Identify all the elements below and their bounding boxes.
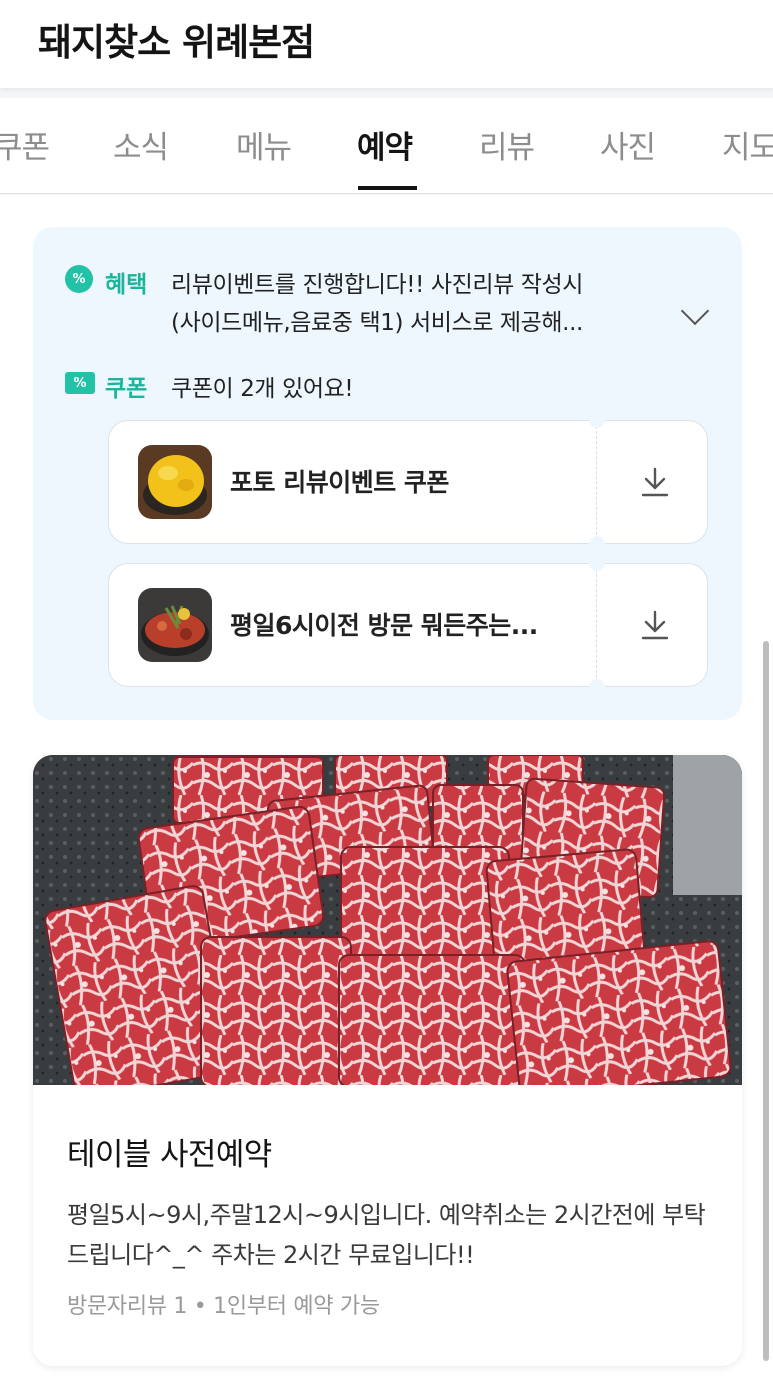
benefit-label: 혜택: [105, 272, 148, 298]
app-header: 돼지찾소 위례본점: [0, 0, 773, 88]
benefit-text-line2[interactable]: (사이드메뉴,음료중 택1) 서비스로 제공해...: [171, 303, 583, 337]
coupon-card[interactable]: 포토 리뷰이벤트 쿠폰: [108, 412, 709, 552]
tab-coupon[interactable]: 쿠폰: [0, 122, 50, 167]
active-tab-indicator: [358, 186, 417, 190]
chevron-down-icon[interactable]: [680, 296, 710, 326]
coupon-title: 평일6시이전 방문 뭐든주는...: [230, 611, 538, 640]
main-content: % 혜택 리뷰이벤트를 진행합니다!! 사진리뷰 작성시 (사이드메뉴,음료중 …: [0, 195, 773, 1382]
coupon-summary: 쿠폰이 2개 있어요!: [171, 376, 354, 402]
reservation-meta: 방문자리뷰 1 • 1인부터 예약 가능: [67, 1294, 380, 1319]
coupon-label: 쿠폰: [105, 376, 148, 402]
page-title: 돼지찾소 위례본점: [38, 21, 315, 64]
coupon-ticket-icon: %: [65, 372, 95, 394]
reservation-title: 테이블 사전예약: [67, 1137, 272, 1173]
tab-map[interactable]: 지도: [722, 122, 773, 167]
coupon-thumbnail: [138, 588, 212, 662]
benefit-text-line1[interactable]: 리뷰이벤트를 진행합니다!! 사진리뷰 작성시: [171, 265, 583, 299]
tab-bar: 쿠폰 소식 메뉴 예약 리뷰 사진 지도: [0, 98, 773, 194]
download-coupon-button[interactable]: [597, 421, 709, 545]
benefit-box: % 혜택 리뷰이벤트를 진행합니다!! 사진리뷰 작성시 (사이드메뉴,음료중 …: [33, 227, 742, 720]
scrollbar[interactable]: [763, 641, 769, 1361]
tab-news[interactable]: 소식: [113, 122, 169, 167]
tab-photo[interactable]: 사진: [600, 122, 656, 167]
reservation-description: 평일5시~9시,주말12시~9시입니다. 예약취소는 2시간전에 부탁드립니다^…: [67, 1201, 706, 1269]
download-icon: [641, 610, 669, 640]
tab-menu[interactable]: 메뉴: [236, 122, 292, 167]
tab-reservation[interactable]: 예약: [357, 122, 413, 167]
reservation-card[interactable]: 테이블 사전예약 평일5시~9시,주말12시~9시입니다. 예약취소는 2시간전…: [33, 755, 742, 1366]
percent-badge-icon: %: [65, 265, 93, 293]
coupon-thumbnail: [138, 445, 212, 519]
coupon-title: 포토 리뷰이벤트 쿠폰: [230, 468, 449, 497]
coupon-card[interactable]: 평일6시이전 방문 뭐든주는...: [108, 555, 709, 695]
download-icon: [641, 467, 669, 497]
tab-review[interactable]: 리뷰: [479, 122, 535, 167]
reservation-photo: [33, 755, 742, 1085]
download-coupon-button[interactable]: [597, 564, 709, 688]
